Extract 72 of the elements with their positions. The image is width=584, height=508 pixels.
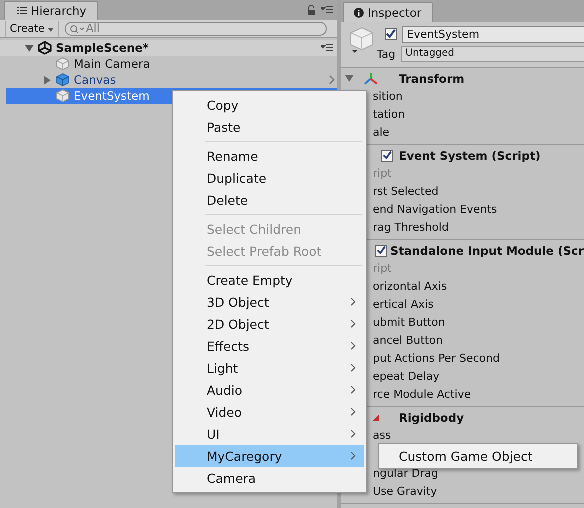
field-label: rag Threshold xyxy=(373,220,449,234)
component-title: Transform xyxy=(399,72,465,86)
tag-label: Tag xyxy=(377,48,396,60)
chevron-right-icon xyxy=(351,430,356,438)
chevron-right-icon xyxy=(351,298,356,306)
active-checkbox[interactable] xyxy=(385,28,397,40)
component-checkbox[interactable] xyxy=(381,150,393,162)
component-title: Rigidbody xyxy=(399,410,464,424)
collapsed-arrow-icon[interactable] xyxy=(44,76,52,84)
menu-item[interactable]: Create Empty xyxy=(175,269,364,291)
menu-item[interactable]: Paste xyxy=(175,116,364,138)
search-field[interactable]: All xyxy=(65,22,328,36)
chevron-right-icon xyxy=(351,408,356,416)
menu-item[interactable]: Delete xyxy=(175,189,364,211)
inspector-tab[interactable]: Inspector xyxy=(343,2,433,22)
field-label: ass xyxy=(373,428,392,442)
field-label: orizontal Axis xyxy=(373,280,448,292)
chevron-right-icon xyxy=(351,320,356,328)
chevron-right-icon xyxy=(351,452,356,460)
expand-arrow-icon[interactable] xyxy=(25,44,34,52)
name-field[interactable]: EventSystem xyxy=(402,26,584,42)
create-dropdown[interactable]: Create xyxy=(5,20,60,36)
component-title: Event System (Script) xyxy=(399,148,541,162)
field-label: tation xyxy=(373,108,406,120)
field-label: ubmit Button xyxy=(373,316,446,328)
dropdown-caret-icon xyxy=(48,28,54,32)
field-label: rce Module Active xyxy=(373,388,472,400)
menu-item[interactable]: Duplicate xyxy=(175,167,364,189)
component-checkbox[interactable] xyxy=(375,244,388,256)
menu-item[interactable]: 2D Object xyxy=(175,313,364,335)
menu-icon[interactable] xyxy=(321,6,333,14)
field-label: epeat Delay xyxy=(373,370,440,382)
chevron-right-icon xyxy=(351,342,356,350)
field-label: rst Selected xyxy=(373,184,439,198)
field-label: put Actions Per Second xyxy=(373,352,500,364)
menu-item[interactable]: Video xyxy=(175,401,364,423)
axes-icon xyxy=(363,72,379,86)
menu-item[interactable]: Rename xyxy=(175,145,364,167)
menu-item[interactable]: Effects xyxy=(175,335,364,357)
hierarchy-item[interactable]: Main Camera xyxy=(6,56,337,72)
field-label: ript xyxy=(373,262,392,274)
menu-item[interactable]: UI xyxy=(175,423,364,445)
component-title: Standalone Input Module (Scr xyxy=(390,244,584,258)
search-icon xyxy=(70,24,84,34)
field-label: ancel Button xyxy=(373,334,443,346)
field-label: ript xyxy=(373,166,392,180)
menu-item[interactable]: Camera xyxy=(175,467,364,489)
hierarchy-item[interactable]: Canvas xyxy=(6,72,337,88)
lock-icon[interactable] xyxy=(307,5,316,15)
chevron-right-icon[interactable] xyxy=(329,75,335,85)
cube-icon xyxy=(349,26,375,56)
field-label: ale xyxy=(373,126,390,138)
shape-icon xyxy=(373,414,379,420)
field-label: ngular Drag xyxy=(373,466,438,480)
field-label: end Navigation Events xyxy=(373,202,498,216)
menu-item[interactable]: MyCaregory xyxy=(175,445,364,467)
menu-item[interactable]: Light xyxy=(175,357,364,379)
chevron-right-icon xyxy=(351,386,356,394)
field-label: Use Gravity xyxy=(373,484,438,498)
menu-icon[interactable] xyxy=(321,44,333,52)
tag-dropdown[interactable]: Untagged xyxy=(400,46,584,62)
list-icon xyxy=(17,7,27,15)
menu-item[interactable]: 3D Object xyxy=(175,291,364,313)
field-label: ertical Axis xyxy=(373,298,434,310)
info-icon xyxy=(354,8,364,18)
hierarchy-tab[interactable]: Hierarchy xyxy=(4,1,98,20)
menu-item[interactable]: Custom Game Object xyxy=(381,445,575,467)
menu-item[interactable]: Audio xyxy=(175,379,364,401)
unity-logo-icon xyxy=(38,41,52,55)
chevron-right-icon xyxy=(351,364,356,372)
field-label: sition xyxy=(373,90,403,102)
expand-arrow-icon[interactable] xyxy=(345,74,354,83)
